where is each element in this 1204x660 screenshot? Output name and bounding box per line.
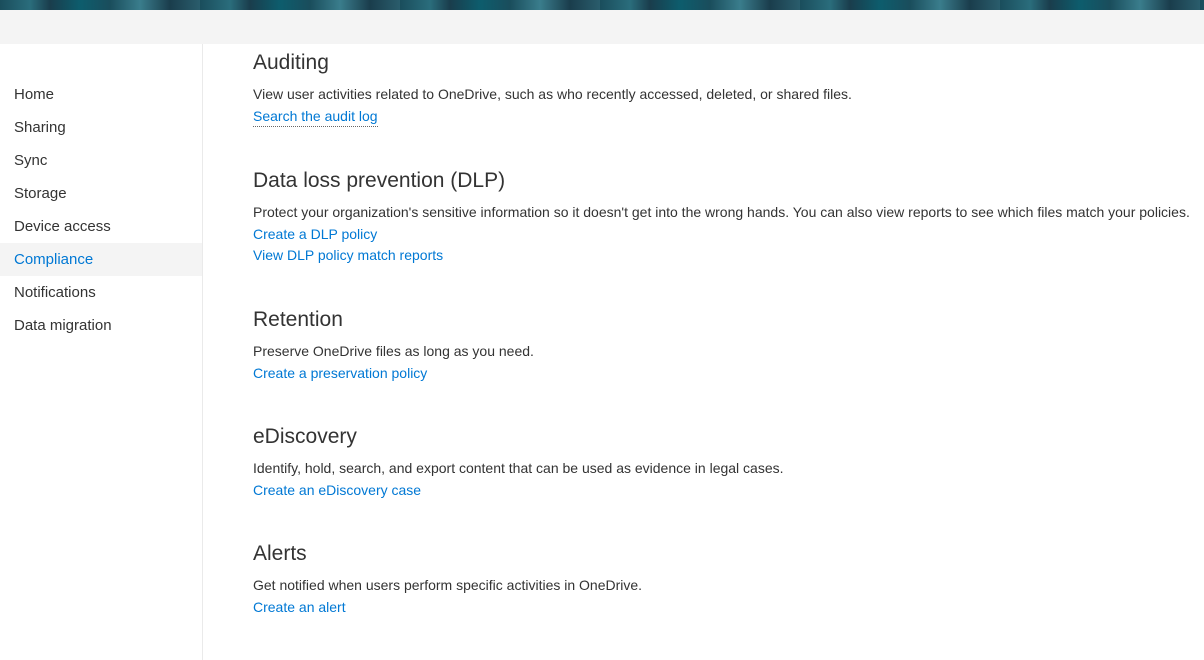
ediscovery-heading: eDiscovery — [253, 425, 1204, 449]
top-banner — [0, 0, 1204, 10]
header-bar — [0, 10, 1204, 44]
auditing-heading: Auditing — [253, 51, 1204, 75]
dlp-desc: Protect your organization's sensitive in… — [253, 203, 1204, 223]
sidebar-item-compliance[interactable]: Compliance — [0, 243, 202, 276]
alerts-heading: Alerts — [253, 542, 1204, 566]
sidebar-item-home[interactable]: Home — [0, 78, 202, 111]
create-alert-link[interactable]: Create an alert — [253, 598, 1204, 618]
section-alerts: Alerts Get notified when users perform s… — [253, 542, 1204, 617]
create-preservation-policy-link[interactable]: Create a preservation policy — [253, 364, 1204, 384]
sidebar-item-device-access[interactable]: Device access — [0, 210, 202, 243]
retention-desc: Preserve OneDrive files as long as you n… — [253, 342, 1204, 362]
section-ediscovery: eDiscovery Identify, hold, search, and e… — [253, 425, 1204, 500]
main-content: Auditing View user activities related to… — [203, 44, 1204, 660]
sidebar-item-data-migration[interactable]: Data migration — [0, 309, 202, 342]
ediscovery-desc: Identify, hold, search, and export conte… — [253, 459, 1204, 479]
section-retention: Retention Preserve OneDrive files as lon… — [253, 308, 1204, 383]
auditing-desc: View user activities related to OneDrive… — [253, 85, 1204, 105]
sidebar-item-storage[interactable]: Storage — [0, 177, 202, 210]
alerts-desc: Get notified when users perform specific… — [253, 576, 1204, 596]
dlp-heading: Data loss prevention (DLP) — [253, 169, 1204, 193]
sidebar: Home Sharing Sync Storage Device access … — [0, 44, 203, 660]
search-audit-log-link[interactable]: Search the audit log — [253, 107, 378, 128]
sidebar-item-sharing[interactable]: Sharing — [0, 111, 202, 144]
view-dlp-reports-link[interactable]: View DLP policy match reports — [253, 246, 1204, 266]
retention-heading: Retention — [253, 308, 1204, 332]
section-auditing: Auditing View user activities related to… — [253, 51, 1204, 127]
create-dlp-policy-link[interactable]: Create a DLP policy — [253, 225, 1204, 245]
page-layout: Home Sharing Sync Storage Device access … — [0, 44, 1204, 660]
section-dlp: Data loss prevention (DLP) Protect your … — [253, 169, 1204, 266]
create-ediscovery-case-link[interactable]: Create an eDiscovery case — [253, 481, 1204, 501]
sidebar-item-notifications[interactable]: Notifications — [0, 276, 202, 309]
sidebar-item-sync[interactable]: Sync — [0, 144, 202, 177]
